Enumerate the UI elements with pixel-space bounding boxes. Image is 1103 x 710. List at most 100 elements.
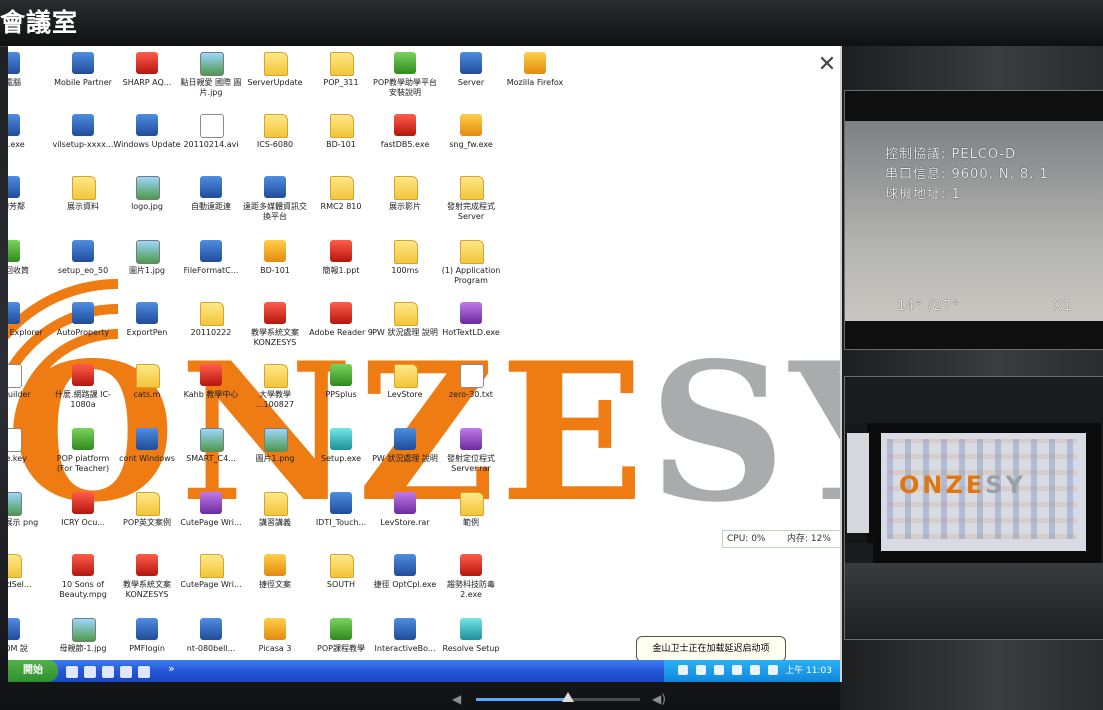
desktop-icon[interactable]: zero-30.txt: [436, 360, 506, 420]
chevron-icon[interactable]: »: [168, 662, 175, 675]
desktop-icon[interactable]: Windows Update: [112, 110, 182, 170]
desktop-icon[interactable]: setup_eo_50: [48, 236, 118, 296]
desktop-icon[interactable]: 大學教學 ...100827: [240, 360, 310, 420]
tray-icon[interactable]: [714, 665, 724, 675]
start-button[interactable]: 開始: [8, 660, 58, 682]
desktop-icon[interactable]: 趨勢科技防毒 2.exe: [436, 550, 506, 610]
close-icon[interactable]: ✕: [816, 54, 838, 76]
desktop-icon[interactable]: Internet Explorer: [8, 298, 44, 358]
desktop-icon[interactable]: 簡報1.ppt: [306, 236, 376, 296]
desktop-icon[interactable]: vilsetup-xxxx...: [48, 110, 118, 170]
quicklaunch-icon[interactable]: [120, 666, 132, 678]
desktop-icon[interactable]: 發射完成程式 Server: [436, 172, 506, 232]
desktop-icon[interactable]: 遠距多媒體資訊交換平台: [240, 172, 310, 232]
desktop-icon[interactable]: fastDB5.exe: [370, 110, 440, 170]
desktop-icon[interactable]: 自動遠距連: [176, 172, 246, 232]
desktop-icon[interactable]: LevStore: [370, 360, 440, 420]
desktop-icon[interactable]: Mobile Partner: [48, 48, 118, 108]
quicklaunch-icon[interactable]: [138, 666, 150, 678]
volume-high-icon[interactable]: ◀): [652, 692, 666, 706]
desktop-icon[interactable]: IDTI_Touch...: [306, 488, 376, 548]
tray-icon[interactable]: [696, 665, 706, 675]
tray-icon[interactable]: [768, 665, 778, 675]
desktop-icon[interactable]: Setup.exe: [306, 424, 376, 484]
desktop-icon[interactable]: Server: [436, 48, 506, 108]
desktop-icon[interactable]: PPSplus: [306, 360, 376, 420]
desktop-icon[interactable]: xxp.exe: [8, 110, 44, 170]
desktop-icon[interactable]: BD-101: [306, 110, 376, 170]
desktop-icon-label: fastDB5.exe: [380, 140, 430, 149]
desktop-icon[interactable]: 捷徑文案: [240, 550, 310, 610]
desktop-icon[interactable]: RMC2 810: [306, 172, 376, 232]
clock[interactable]: 上午 11:03: [785, 660, 832, 682]
desktop-icon[interactable]: cont Windows: [112, 424, 182, 484]
desktop-icon[interactable]: FileFormatC...: [176, 236, 246, 296]
quicklaunch-icon[interactable]: [66, 666, 78, 678]
desktop-icon[interactable]: 捷徑 OptCpl.exe: [370, 550, 440, 610]
desktop-icon[interactable]: SOUTH: [306, 550, 376, 610]
desktop-icon[interactable]: ICRY Ocu...: [48, 488, 118, 548]
desktop-icon[interactable]: POP_311: [306, 48, 376, 108]
desktop-icon[interactable]: 範例: [436, 488, 506, 548]
desktop-icon[interactable]: 10 Sons of Beauty.mpg: [48, 550, 118, 610]
tray-icon[interactable]: [732, 665, 742, 675]
desktop-icon[interactable]: SMART_C4...: [176, 424, 246, 484]
desktop-icon[interactable]: 講習講義: [240, 488, 310, 548]
desktop-icon[interactable]: 發射定位程式 Server.rar: [436, 424, 506, 484]
desktop-icon[interactable]: POP英文案例: [112, 488, 182, 548]
desktop-icon[interactable]: ICS-6080: [240, 110, 310, 170]
desktop-icon[interactable]: 什麼.網路課 IC-1080a: [48, 360, 118, 420]
desktop-icon[interactable]: cats.m: [112, 360, 182, 420]
application-icon: [524, 52, 546, 74]
desktop-icon[interactable]: eddBuilder: [8, 360, 44, 420]
quicklaunch-icon[interactable]: [102, 666, 114, 678]
desktop-icon[interactable]: 點日親愛 國際 圖片.jpg: [176, 48, 246, 108]
desktop-icon[interactable]: LevStore.rar: [370, 488, 440, 548]
desktop-icon[interactable]: 100ms: [370, 236, 440, 296]
desktop-icon[interactable]: 教學系統文案 KONZESYS: [112, 550, 182, 610]
desktop-icon[interactable]: BD-101: [240, 236, 310, 296]
desktop-icon[interactable]: Adobe Reader 9: [306, 298, 376, 358]
tray-icon[interactable]: [750, 665, 760, 675]
desktop-icon[interactable]: ServerUpdate: [240, 48, 310, 108]
desktop-icon[interactable]: 的電腦: [8, 48, 44, 108]
camera-feed-2[interactable]: ONZESY: [844, 376, 1103, 640]
desktop-icon[interactable]: (1) Application Program: [436, 236, 506, 296]
desktop-icon[interactable]: 展示影片: [370, 172, 440, 232]
camera-feed-1[interactable]: 控制協議: PELCO-D 串口信息: 9600, N, 8, 1 球機地址: …: [844, 90, 1103, 350]
desktop-icon[interactable]: 20110214.avi: [176, 110, 246, 170]
desktop-icon[interactable]: POP platform (For Teacher): [48, 424, 118, 484]
desktop-icon[interactable]: logo.jpg: [112, 172, 182, 232]
desktop-icon[interactable]: PW 狀況處理 說明: [370, 424, 440, 484]
desktop-icon[interactable]: Mozilla Firefox: [500, 48, 570, 108]
desktop-icon[interactable]: 20110222: [176, 298, 246, 358]
desktop-icon[interactable]: AutoProperty: [48, 298, 118, 358]
window-title: 會議室: [0, 8, 79, 37]
quicklaunch-icon[interactable]: [84, 666, 96, 678]
desktop-icon[interactable]: 圖片1.png: [240, 424, 310, 484]
desktop-icon[interactable]: 上的芳鄰: [8, 172, 44, 232]
desktop-icon[interactable]: PW 狀況處理 說明: [370, 298, 440, 358]
desktop-icon[interactable]: 展示資料: [48, 172, 118, 232]
desktop-icon[interactable]: 資源回收筒: [8, 236, 44, 296]
desktop-icon[interactable]: CutePage Wri...: [176, 550, 246, 610]
tray-balloon[interactable]: 金山卫士正在加载延迟启动项: [636, 636, 786, 662]
desktop-icon[interactable]: ance.key: [8, 424, 44, 484]
desktop-icon[interactable]: HotTextLD.exe: [436, 298, 506, 358]
volume-slider[interactable]: [476, 692, 640, 702]
desktop-icon[interactable]: ExportPen: [112, 298, 182, 358]
remote-desktop[interactable]: ONZESY 的電腦Mobile PartnerSHARP AQ...點日親愛 …: [8, 46, 842, 682]
desktop-icon[interactable]: 教學系統文案 KONZESYS: [240, 298, 310, 358]
volume-low-icon[interactable]: ◀: [452, 692, 461, 706]
desktop-icon[interactable]: 圖片1.jpg: [112, 236, 182, 296]
desktop-icon[interactable]: n外_4 展示 png: [8, 488, 44, 548]
desktop-icon[interactable]: Kahb 教學中心: [176, 360, 246, 420]
desktop-icon[interactable]: SoundSel...: [8, 550, 44, 610]
desktop-icon-label: sng_fw.exe: [449, 140, 493, 149]
desktop-icon[interactable]: CutePage Wri...: [176, 488, 246, 548]
volume-thumb[interactable]: [561, 692, 574, 702]
tray-icon[interactable]: [678, 665, 688, 675]
desktop-icon[interactable]: SHARP AQ...: [112, 48, 182, 108]
desktop-icon[interactable]: sng_fw.exe: [436, 110, 506, 170]
desktop-icon[interactable]: POP教學助學平台安裝說明: [370, 48, 440, 108]
